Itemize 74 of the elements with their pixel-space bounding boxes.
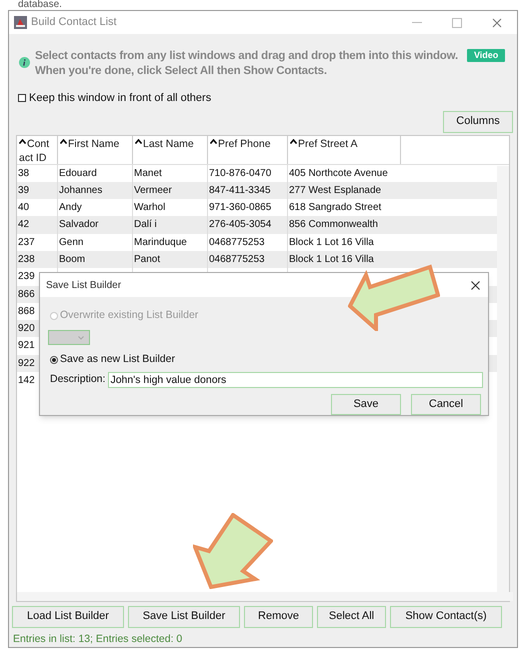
info-text: Select contacts from any list windows and drag and drop them into this window. bbox=[35, 49, 458, 64]
radio-label: Overwrite existing List Builder bbox=[60, 308, 198, 323]
table-cell: Johannes bbox=[59, 184, 102, 196]
table-cell: 868 bbox=[18, 306, 35, 317]
page-text: database. bbox=[18, 0, 62, 10]
table-cell: 405 Northcote Avenue bbox=[289, 168, 388, 178]
table-cell: 618 Sangrado Street bbox=[289, 202, 382, 214]
table-cell: 847-411-3345 bbox=[209, 184, 271, 196]
table-cell: Block 1 Lot 16 Villa bbox=[289, 236, 374, 248]
checkbox-label: Keep this window in front of all others bbox=[29, 91, 212, 106]
dialog-title: Save List Builder bbox=[46, 278, 122, 292]
table-cell: Manet bbox=[134, 168, 162, 178]
table-cell: 710-876-0470 bbox=[209, 168, 272, 178]
table-cell: 971-360-0865 bbox=[209, 202, 272, 214]
table-cell: Andy bbox=[59, 202, 82, 214]
table-cell: 922 bbox=[18, 358, 35, 369]
table-cell: Marinduque bbox=[134, 236, 187, 248]
table-cell: 238 bbox=[18, 254, 35, 265]
table-cell: 237 bbox=[18, 236, 35, 248]
table-cell: 42 bbox=[18, 219, 30, 230]
table-cell: Salvador bbox=[59, 219, 98, 230]
chevron-down-icon bbox=[78, 336, 84, 340]
dialog-button[interactable]: Save bbox=[331, 394, 401, 415]
action-button[interactable]: Show Contact(s) bbox=[390, 606, 502, 628]
table-cell: Genn bbox=[59, 236, 84, 248]
description-field[interactable]: John's high value donors bbox=[108, 372, 483, 388]
table-cell: 276-405-3054 bbox=[209, 219, 272, 230]
table-cell: Boom bbox=[59, 254, 86, 265]
column-header[interactable]: Contact ID bbox=[17, 136, 58, 164]
sort-caret-icon bbox=[290, 138, 297, 144]
table-cell: 277 West Esplanade bbox=[289, 184, 382, 196]
info-text: When you're done, click Select All then Show Contacts. bbox=[35, 64, 328, 79]
sort-caret-icon bbox=[210, 138, 217, 144]
column-header[interactable]: Pref Street A bbox=[288, 136, 401, 164]
table-cell: 239 bbox=[18, 271, 35, 282]
info-icon bbox=[19, 57, 30, 68]
table-cell: Dalí i bbox=[134, 219, 157, 230]
app-icon bbox=[14, 16, 27, 29]
table-cell: 0468775253 bbox=[209, 254, 265, 265]
column-header[interactable]: Pref Phone bbox=[208, 136, 288, 164]
table-cell: 920 bbox=[18, 323, 35, 334]
window-title: Build Contact List bbox=[31, 15, 118, 30]
table-cell: 39 bbox=[18, 184, 30, 196]
table-cell: 142 bbox=[18, 375, 35, 386]
table-cell: 40 bbox=[18, 202, 30, 214]
field-label: Description: bbox=[50, 372, 106, 388]
table-cell: 0468775253 bbox=[209, 236, 265, 248]
vertical-scrollbar[interactable] bbox=[497, 166, 509, 592]
sort-caret-icon bbox=[135, 138, 142, 144]
table-cell: Block 1 Lot 16 Villa bbox=[289, 254, 374, 265]
action-button[interactable]: Select All bbox=[317, 606, 386, 628]
action-button[interactable]: Save List Builder bbox=[128, 606, 240, 628]
column-header[interactable]: Last Name bbox=[133, 136, 208, 164]
action-button[interactable]: Remove bbox=[244, 606, 313, 628]
radio-button[interactable] bbox=[50, 356, 58, 364]
column-header[interactable]: First Name bbox=[58, 136, 133, 164]
status-text: Entries in list: 13; Entries selected: 0 bbox=[13, 632, 184, 646]
table-cell: Warhol bbox=[134, 202, 166, 214]
table-cell: Edouard bbox=[59, 168, 97, 178]
close-icon[interactable] bbox=[471, 280, 480, 290]
action-button[interactable]: Load List Builder bbox=[12, 606, 124, 628]
dialog-button[interactable]: Cancel bbox=[411, 394, 481, 415]
columns-button[interactable]: Columns bbox=[443, 110, 513, 132]
table-cell: Panot bbox=[134, 254, 160, 265]
sort-caret-icon bbox=[60, 138, 67, 144]
table-cell: 921 bbox=[18, 340, 35, 352]
table-cell: Vermeer bbox=[134, 184, 172, 196]
table-cell: 866 bbox=[18, 288, 35, 300]
table-cell: 38 bbox=[18, 168, 30, 178]
radio-label: Save as new List Builder bbox=[60, 352, 175, 368]
sort-caret-icon bbox=[19, 138, 26, 144]
table-cell: 856 Commonwealth bbox=[289, 219, 378, 230]
horizontal-scrollbar[interactable] bbox=[17, 592, 513, 600]
checkbox[interactable] bbox=[18, 94, 26, 102]
